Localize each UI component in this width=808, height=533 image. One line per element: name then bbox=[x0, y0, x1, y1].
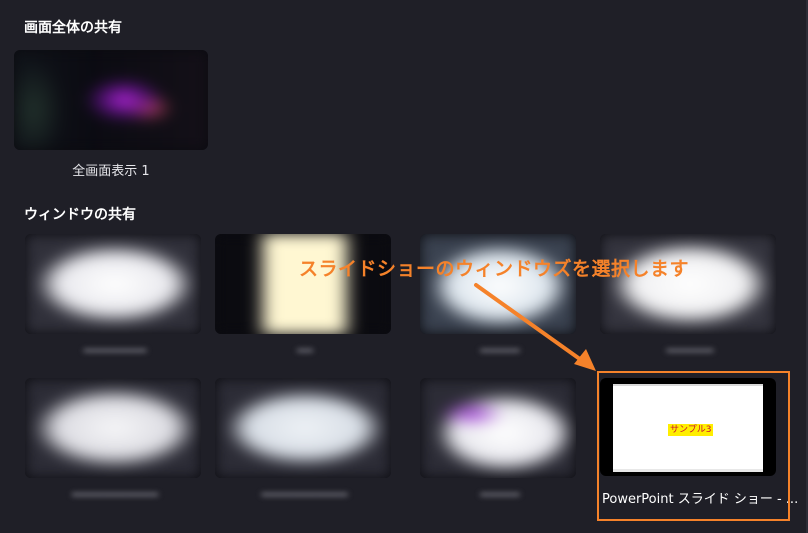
windows-section-title: ウィンドウの共有 bbox=[24, 207, 136, 223]
window-thumbnail[interactable] bbox=[420, 378, 576, 478]
window-thumbnail[interactable] bbox=[25, 234, 201, 334]
window-caption-blurred: ━━━━━━ bbox=[666, 344, 714, 359]
window-thumbnail[interactable] bbox=[215, 234, 391, 334]
window-thumbnail[interactable] bbox=[420, 234, 576, 334]
selection-highlight-box bbox=[597, 371, 790, 521]
share-screen-dialog: 画面全体の共有 全画面表示 1 ウィンドウの共有 ━━━━━━━━ ━━ ━━━… bbox=[0, 0, 808, 533]
window-caption-blurred: ━━━━━━━━━━━ bbox=[261, 488, 348, 503]
screen-thumbnail[interactable] bbox=[14, 50, 208, 150]
screen-caption: 全画面表示 1 bbox=[72, 164, 150, 179]
window-caption-blurred: ━━━━━ bbox=[480, 488, 520, 503]
window-caption-blurred: ━━━━━ bbox=[480, 344, 520, 359]
window-thumbnail[interactable] bbox=[600, 234, 776, 334]
window-thumbnail[interactable] bbox=[25, 378, 201, 478]
window-caption-blurred: ━━━━━━━━ bbox=[83, 344, 147, 359]
window-thumbnail[interactable] bbox=[215, 378, 391, 478]
instruction-annotation: スライドショーのウィンドウズを選択します bbox=[299, 258, 690, 280]
full-screen-section-title: 画面全体の共有 bbox=[24, 20, 122, 36]
window-caption-blurred: ━━━━━━━━━━━ bbox=[71, 488, 159, 503]
window-caption-blurred: ━━ bbox=[297, 344, 313, 359]
